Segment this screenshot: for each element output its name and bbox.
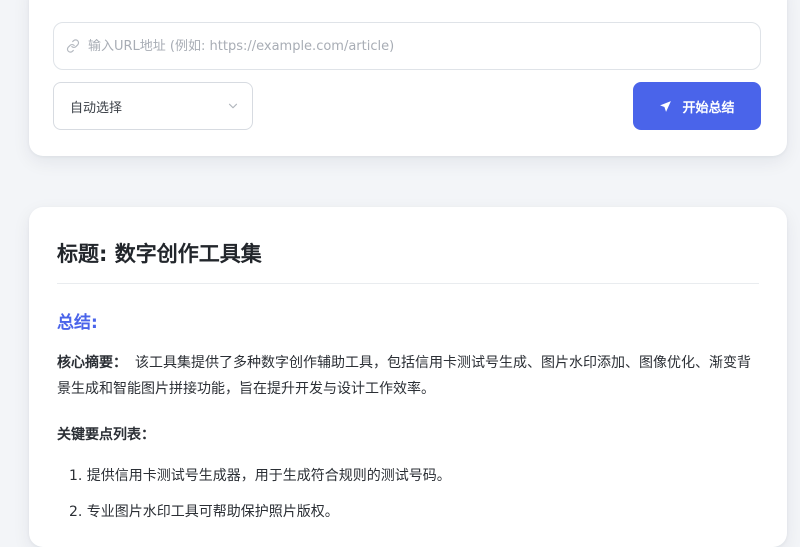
start-summary-label: 开始总结	[682, 100, 735, 116]
result-title: 标题: 数字创作工具集	[57, 242, 262, 266]
mode-select-value: 自动选择	[70, 100, 123, 116]
key-points-heading: 关键要点列表：	[57, 427, 155, 443]
core-summary: 核心摘要： 该工具集提供了多种数字创作辅助工具，包括信用卡测试号生成、图片水印添加…	[57, 350, 757, 402]
mode-select[interactable]: 自动选择	[53, 82, 253, 130]
start-summary-button[interactable]: 开始总结	[633, 82, 761, 130]
input-card: 自动选择 开始总结	[29, 0, 787, 156]
list-item: 2. 专业图片水印工具可帮助保护照片版权。	[69, 504, 339, 520]
divider	[57, 283, 759, 284]
send-icon	[659, 100, 672, 113]
result-card: 标题: 数字创作工具集 总结: 核心摘要： 该工具集提供了多种数字创作辅助工具，包…	[29, 207, 787, 547]
url-field[interactable]	[53, 22, 761, 70]
key-points-list: 1. 提供信用卡测试号生成器，用于生成符合规则的测试号码。 2. 专业图片水印工…	[69, 463, 749, 535]
chevron-down-icon	[226, 99, 240, 113]
list-item: 1. 提供信用卡测试号生成器，用于生成符合规则的测试号码。	[69, 468, 451, 484]
url-input[interactable]	[88, 38, 760, 54]
summary-heading: 总结:	[57, 313, 98, 333]
core-summary-label: 核心摘要：	[57, 355, 127, 371]
core-summary-text: 该工具集提供了多种数字创作辅助工具，包括信用卡测试号生成、图片水印添加、图像优化…	[57, 355, 751, 397]
link-icon	[66, 39, 80, 53]
